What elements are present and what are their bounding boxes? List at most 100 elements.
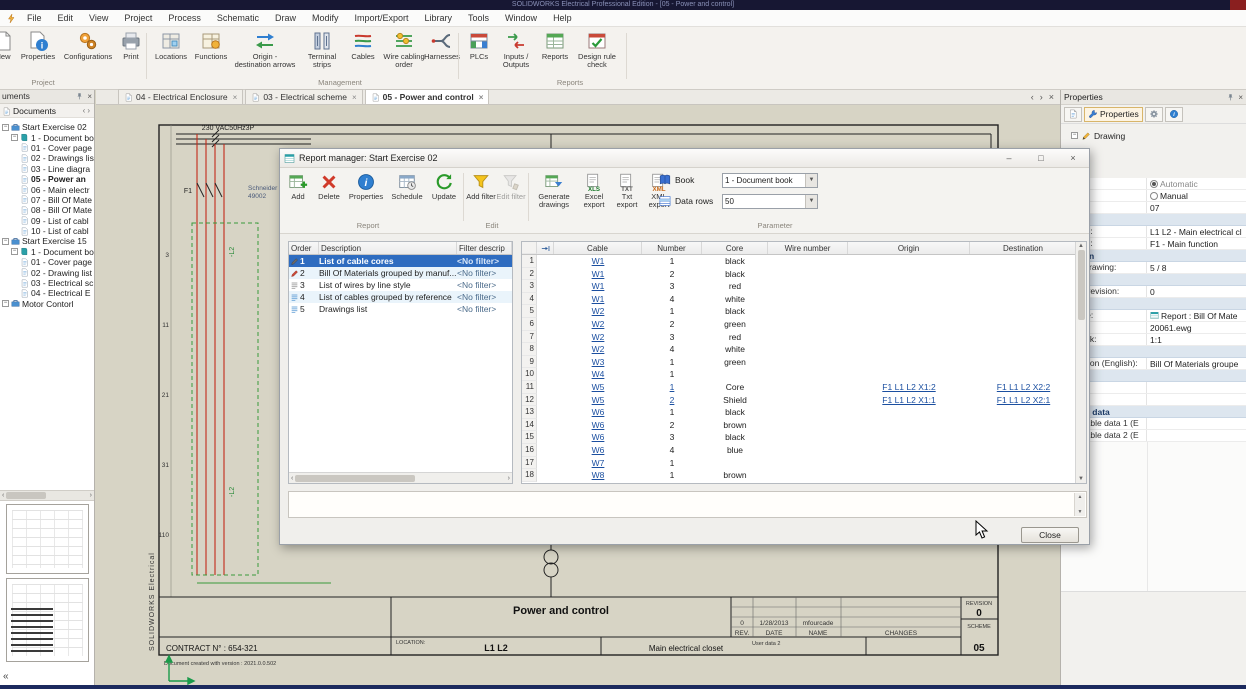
- scroll-right-icon[interactable]: ›: [90, 492, 92, 499]
- info-button[interactable]: i: [1165, 107, 1183, 122]
- cable-core-row[interactable]: 16W64blue: [522, 444, 1086, 457]
- tree-item-09-list-of-cabl[interactable]: 09 - List of cabl: [0, 216, 94, 226]
- table-header[interactable]: CableNumberCoreWire numberOriginDestinat…: [522, 242, 1086, 255]
- cable-core-row[interactable]: 7W23red: [522, 331, 1086, 344]
- sidebar-hscrollbar[interactable]: ‹›: [0, 490, 94, 501]
- collapse-panel-icon[interactable]: «: [3, 671, 9, 682]
- ribbon-design-rule-check-button[interactable]: Design rule check: [572, 30, 622, 69]
- cable-link[interactable]: W1: [592, 294, 605, 304]
- cable-core-row[interactable]: 14W62brown: [522, 419, 1086, 432]
- book-select[interactable]: 1 - Document book▼: [722, 173, 818, 188]
- document-tab-button[interactable]: [1064, 107, 1082, 122]
- tab-close-icon[interactable]: ×: [479, 93, 484, 102]
- ribbon-inputs-outputs-button[interactable]: Inputs / Outputs: [494, 30, 538, 69]
- report-row-list-of-cable-cores[interactable]: 1List of cable cores<No filter>: [289, 255, 512, 267]
- expander-icon[interactable]: −: [11, 134, 18, 141]
- chevron-down-icon[interactable]: ▼: [805, 195, 817, 208]
- add-button[interactable]: Add: [283, 171, 313, 201]
- cable-core-row[interactable]: 5W21black: [522, 305, 1086, 318]
- tab-next-icon[interactable]: ›: [1040, 92, 1043, 102]
- cable-core-row[interactable]: 2W12black: [522, 268, 1086, 281]
- generate-drawings-button[interactable]: Generate drawings: [531, 171, 577, 209]
- maximize-button[interactable]: □: [1025, 149, 1057, 167]
- excel-export-button[interactable]: XLSExcel export: [577, 171, 611, 209]
- tree-item-1-document-book[interactable]: −1 - Document book: [0, 247, 94, 257]
- add-filter-button[interactable]: Add filter: [466, 171, 496, 201]
- report-list-hscrollbar[interactable]: ‹›: [289, 472, 512, 483]
- tree-item-02-drawing-list[interactable]: 02 - Drawing list: [0, 267, 94, 277]
- cable-link[interactable]: W2: [592, 319, 605, 329]
- cable-link[interactable]: W7: [592, 458, 605, 468]
- expander-icon[interactable]: −: [2, 300, 9, 307]
- menu-file[interactable]: File: [19, 10, 50, 26]
- cable-core-row[interactable]: 1W11black: [522, 255, 1086, 268]
- cable-core-row[interactable]: 8W24white: [522, 343, 1086, 356]
- cable-core-row[interactable]: 9W31green: [522, 356, 1086, 369]
- properties-button[interactable]: iProperties: [345, 171, 387, 201]
- documents-tab[interactable]: Documents ‹›: [0, 104, 94, 118]
- tab-03-electrical-scheme[interactable]: 03 - Electrical scheme×: [245, 89, 362, 104]
- preview-thumbnails[interactable]: [4, 504, 91, 662]
- tab-close-icon[interactable]: ×: [233, 93, 238, 102]
- col-wire-number[interactable]: Wire number: [768, 242, 848, 254]
- drawing-thumbnail[interactable]: [6, 504, 89, 574]
- col-origin[interactable]: Origin: [848, 242, 970, 254]
- cable-link[interactable]: W8: [592, 470, 605, 480]
- report-row-bill-of-materials-grouped-by-manuf[interactable]: 2Bill Of Materials grouped by manuf...<N…: [289, 267, 512, 279]
- window-titlebar[interactable]: SOLIDWORKS Electrical Professional Editi…: [0, 0, 1246, 10]
- ribbon-cables-button[interactable]: Cables: [346, 30, 380, 61]
- tree-item-02-drawings-list[interactable]: 02 - Drawings list: [0, 153, 94, 163]
- cable-core-row[interactable]: 11W51CoreF1 L1 L2 X1:2F1 L1 L2 X2:2: [522, 381, 1086, 394]
- cable-core-row[interactable]: 15W63black: [522, 431, 1086, 444]
- scroll-right-icon[interactable]: ›: [508, 475, 510, 482]
- menu-library[interactable]: Library: [417, 10, 461, 26]
- pin-icon[interactable]: [75, 90, 84, 103]
- cable-core-row[interactable]: 12W52ShieldF1 L1 L2 X1:1F1 L1 L2 X2:1: [522, 394, 1086, 407]
- minimize-button[interactable]: –: [993, 149, 1025, 167]
- ribbon-functions-button[interactable]: Functions: [190, 30, 232, 61]
- col-cable[interactable]: Cable: [554, 242, 642, 254]
- expander-icon[interactable]: −: [2, 124, 9, 131]
- cable-link[interactable]: W6: [592, 407, 605, 417]
- scroll-up-icon[interactable]: ▲: [1078, 243, 1084, 249]
- menu-view[interactable]: View: [81, 10, 116, 26]
- radio-automatic[interactable]: [1150, 180, 1158, 188]
- window-close-button[interactable]: [1230, 0, 1246, 10]
- cable-link[interactable]: W5: [592, 395, 605, 405]
- update-button[interactable]: Update: [427, 171, 461, 201]
- tree-item-start-exercise-02[interactable]: −Start Exercise 02: [0, 122, 94, 132]
- report-list-header[interactable]: OrderDescriptionFilter descrip: [289, 242, 512, 255]
- ribbon-plcs-button[interactable]: PLCs: [464, 30, 494, 61]
- tree-item-10-list-of-cabl[interactable]: 10 - List of cabl: [0, 226, 94, 236]
- data-rows-select[interactable]: 50▼: [722, 194, 818, 209]
- close-button[interactable]: ×: [1057, 149, 1089, 167]
- drawing-thumbnail[interactable]: [6, 578, 89, 662]
- menu-import-export[interactable]: Import/Export: [346, 10, 416, 26]
- tree-item-03-electrical-sc[interactable]: 03 - Electrical sc: [0, 278, 94, 288]
- cable-link[interactable]: W6: [592, 420, 605, 430]
- scroll-down-icon[interactable]: ▼: [1078, 476, 1084, 482]
- ribbon-configurations-button[interactable]: Configurations: [60, 30, 116, 61]
- radio-manual[interactable]: [1150, 192, 1158, 200]
- tab-05-power-and-control[interactable]: 05 - Power and control×: [365, 89, 490, 104]
- panel-close-icon[interactable]: ×: [1238, 93, 1243, 102]
- ribbon-locations-button[interactable]: Locations: [150, 30, 192, 61]
- destination-link[interactable]: F1 L1 L2 X2:1: [997, 395, 1050, 405]
- ribbon-reports-button[interactable]: Reports: [538, 30, 572, 61]
- documents-panel-header[interactable]: uments ×: [0, 90, 94, 104]
- panel-close-icon[interactable]: ×: [87, 90, 92, 103]
- properties-panel-header[interactable]: Properties ×: [1061, 90, 1246, 105]
- report-manager-dialog[interactable]: Report manager: Start Exercise 02 – □ × …: [279, 148, 1090, 545]
- cable-link[interactable]: W1: [592, 256, 605, 266]
- report-note-field[interactable]: ▲▼: [288, 491, 1087, 518]
- ribbon-terminal-strips-button[interactable]: Terminal strips: [298, 30, 346, 69]
- menu-process[interactable]: Process: [160, 10, 209, 26]
- properties-tab-button[interactable]: Properties: [1084, 107, 1143, 122]
- menu-help[interactable]: Help: [545, 10, 580, 26]
- cable-link[interactable]: W1: [592, 281, 605, 291]
- cable-link[interactable]: W2: [592, 332, 605, 342]
- cable-link[interactable]: W6: [592, 445, 605, 455]
- origin-link[interactable]: F1 L1 L2 X1:2: [882, 382, 935, 392]
- spin-up-icon[interactable]: ▲: [1078, 494, 1083, 500]
- expander-icon[interactable]: −: [1071, 132, 1078, 139]
